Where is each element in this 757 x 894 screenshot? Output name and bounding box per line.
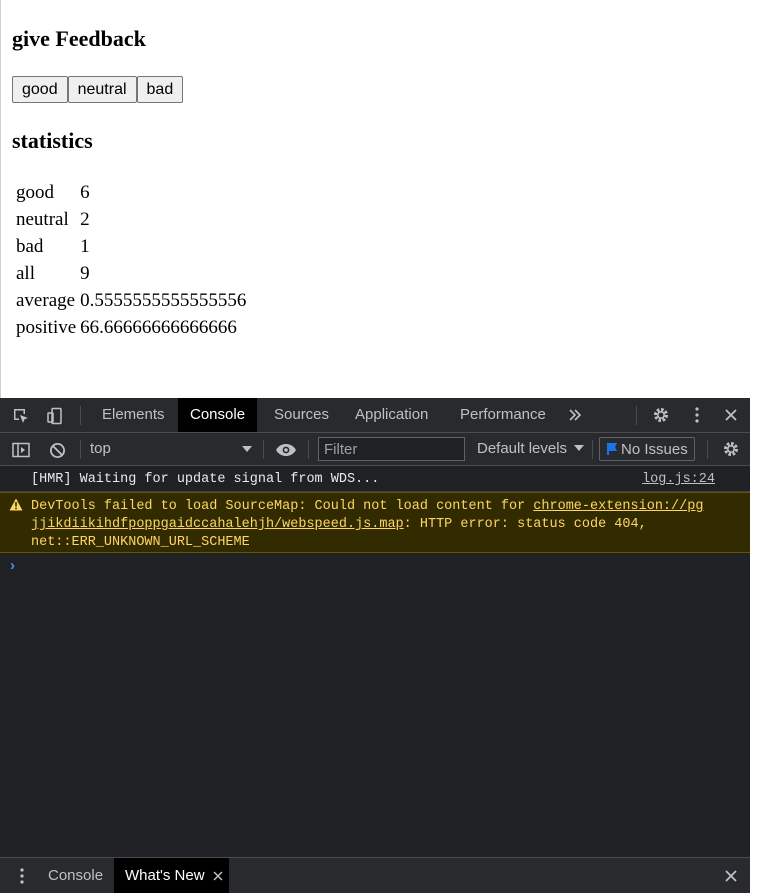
stat-label: bad	[16, 235, 44, 257]
page-viewport: give Feedback good neutral bad statistic…	[0, 0, 750, 398]
warning-prefix: DevTools failed to load SourceMap: Could…	[31, 499, 534, 514]
more-tabs-icon[interactable]	[565, 404, 585, 426]
close-icon[interactable]	[720, 404, 742, 426]
neutral-button[interactable]: neutral	[67, 76, 137, 103]
chevron-down-icon	[574, 440, 585, 457]
kebab-menu-icon[interactable]	[686, 404, 708, 426]
stat-label: good	[16, 181, 54, 203]
separator	[263, 440, 264, 459]
sourcemap-link-continued[interactable]: jjikdiikihdfpoppgaidccahalehjh/webspeed.…	[31, 517, 404, 532]
drawer-tab-label: What's New	[125, 867, 205, 884]
tab-elements[interactable]: Elements	[90, 398, 177, 432]
table-row: positive 66.66666666666666	[15, 315, 247, 340]
drawer-menu-icon[interactable]	[12, 865, 32, 887]
statistics-heading: statistics	[12, 128, 93, 153]
table-row: good 6	[15, 180, 247, 205]
page-title: give Feedback	[12, 26, 146, 51]
console-log-message: [HMR] Waiting for update signal from WDS…	[0, 468, 750, 492]
stat-value: 9	[80, 262, 90, 284]
separator	[707, 440, 708, 459]
prompt-caret-icon: ›	[10, 557, 15, 574]
stat-value: 0.5555555555555556	[80, 289, 247, 311]
stat-label: neutral	[16, 208, 69, 230]
issues-button[interactable]: No Issues	[599, 437, 695, 461]
warning-text: DevTools failed to load SourceMap: Could…	[31, 498, 731, 552]
inspect-element-icon[interactable]	[10, 405, 32, 427]
drawer-tab-whats-new[interactable]: What's New	[114, 858, 229, 893]
context-label: top	[90, 440, 111, 457]
stat-label: positive	[16, 316, 77, 338]
feedback-buttons: good neutral bad	[12, 76, 184, 103]
console-settings-gear-icon[interactable]	[720, 438, 742, 460]
separator	[308, 440, 309, 459]
issue-flag-icon	[606, 442, 618, 456]
log-levels-label: Default levels	[477, 440, 568, 457]
device-toolbar-icon[interactable]	[44, 405, 66, 427]
tab-console[interactable]: Console	[178, 398, 258, 432]
close-tab-icon[interactable]	[213, 859, 223, 894]
tab-application[interactable]: Application	[343, 398, 440, 432]
table-row: average 0.5555555555555556	[15, 288, 247, 313]
eye-icon[interactable]	[274, 439, 298, 461]
statistics-table: good 6 neutral 2 bad 1 all 9 average 0.5…	[13, 178, 249, 342]
good-button[interactable]: good	[12, 76, 68, 103]
separator	[592, 440, 593, 459]
console-warning-message: DevTools failed to load SourceMap: Could…	[0, 492, 750, 553]
separator	[80, 440, 81, 459]
chevron-down-icon	[242, 441, 252, 458]
context-selector[interactable]: top	[90, 440, 252, 460]
log-source-link[interactable]: log.js:24	[642, 472, 715, 487]
tab-performance[interactable]: Performance	[448, 398, 558, 432]
stat-label: average	[16, 289, 76, 311]
drawer-tab-console[interactable]: Console	[36, 858, 115, 893]
issues-label: No Issues	[621, 440, 688, 458]
bad-button[interactable]: bad	[136, 76, 184, 103]
separator	[636, 406, 637, 425]
sidebar-toggle-icon[interactable]	[10, 439, 32, 461]
settings-gear-icon[interactable]	[650, 404, 672, 426]
warning-error-code: net::ERR_UNKNOWN_URL_SCHEME	[31, 535, 250, 550]
separator	[80, 406, 81, 425]
table-row: bad 1	[15, 234, 247, 259]
filter-input[interactable]	[318, 437, 465, 461]
warning-icon	[9, 498, 23, 516]
stat-value: 66.66666666666666	[80, 316, 237, 338]
log-levels-dropdown[interactable]: Default levels	[477, 440, 585, 457]
devtools-tabbar: Elements Console Sources Application Per…	[0, 398, 750, 433]
sourcemap-link[interactable]: chrome-extension://pg	[533, 499, 703, 514]
table-row: all 9	[15, 261, 247, 286]
warning-suffix: : HTTP error: status code 404,	[403, 517, 647, 532]
clear-console-icon[interactable]	[46, 439, 68, 461]
stat-label: all	[16, 262, 35, 284]
stat-value: 2	[80, 208, 90, 230]
table-row: neutral 2	[15, 207, 247, 232]
stat-value: 6	[80, 181, 90, 203]
console-prompt[interactable]: ›	[0, 557, 750, 577]
stat-value: 1	[80, 235, 90, 257]
close-drawer-icon[interactable]	[720, 865, 742, 887]
tab-sources[interactable]: Sources	[262, 398, 341, 432]
devtools-panel: Elements Console Sources Application Per…	[0, 398, 750, 893]
drawer-tabbar: Console What's New	[0, 857, 750, 893]
log-text: [HMR] Waiting for update signal from WDS…	[31, 472, 380, 487]
